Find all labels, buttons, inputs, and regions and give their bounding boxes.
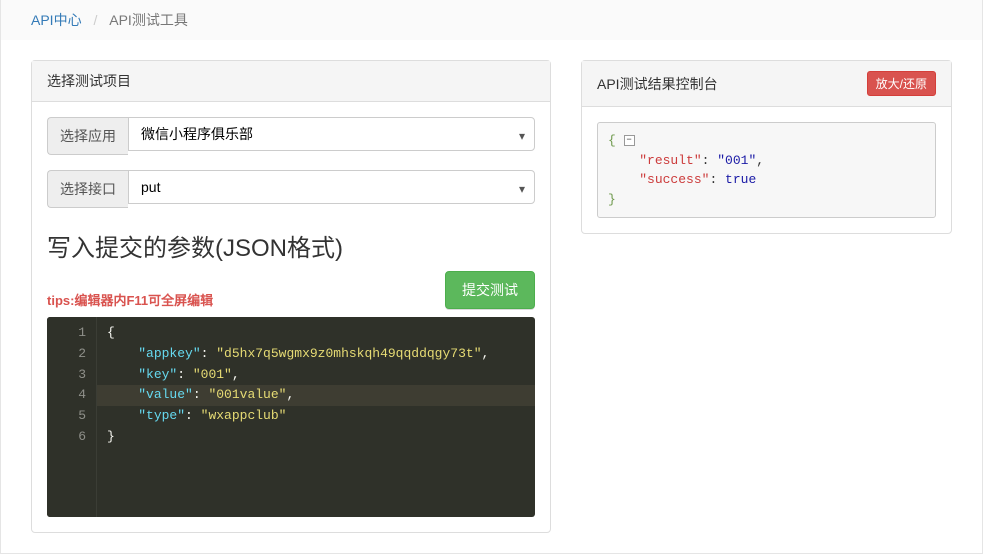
code-line[interactable]: { (107, 323, 525, 344)
result-line: } (608, 190, 925, 210)
gutter-line: 1 (47, 323, 96, 344)
result-console-title: API测试结果控制台 (597, 74, 718, 94)
code-line[interactable]: "key": "001", (107, 365, 525, 386)
app-select-label: 选择应用 (47, 117, 128, 155)
breadcrumb-current: API测试工具 (109, 12, 188, 28)
result-line: { − (608, 131, 925, 151)
code-line[interactable]: "type": "wxappclub" (107, 406, 525, 427)
result-json-box: { − "result": "001", "success": true} (597, 122, 936, 218)
code-line[interactable]: "appkey": "d5hx7q5wgmx9z0mhskqh49qqddqgy… (107, 344, 525, 365)
editor-code-area[interactable]: { "appkey": "d5hx7q5wgmx9z0mhskqh49qqddq… (97, 317, 535, 517)
api-select-group: 选择接口 put (47, 170, 535, 208)
editor-tips: tips:编辑器内F11可全屏编辑 (47, 290, 213, 309)
gutter-line: 3 (47, 365, 96, 386)
json-editor[interactable]: 123456 { "appkey": "d5hx7q5wgmx9z0mhskqh… (47, 317, 535, 517)
gutter-line: 5 (47, 406, 96, 427)
api-select[interactable]: put (128, 170, 535, 204)
breadcrumb: API中心 / API测试工具 (1, 0, 982, 40)
code-line[interactable]: } (107, 427, 525, 448)
app-select[interactable]: 微信小程序俱乐部 (128, 117, 535, 151)
editor-gutter: 123456 (47, 317, 97, 517)
result-console-heading: API测试结果控制台 放大/还原 (582, 61, 951, 107)
gutter-line: 4 (47, 385, 96, 406)
breadcrumb-root-link[interactable]: API中心 (31, 12, 82, 28)
api-select-label: 选择接口 (47, 170, 128, 208)
code-line[interactable]: "value": "001value", (97, 385, 535, 406)
breadcrumb-separator: / (93, 12, 97, 28)
collapse-icon[interactable]: − (624, 135, 635, 146)
test-config-panel-heading: 选择测试项目 (32, 61, 550, 102)
test-config-panel: 选择测试项目 选择应用 微信小程序俱乐部 选择接口 (31, 60, 551, 533)
app-select-group: 选择应用 微信小程序俱乐部 (47, 117, 535, 155)
params-section-title: 写入提交的参数(JSON格式) (47, 228, 535, 263)
tips-prefix: tips: (47, 293, 74, 308)
gutter-line: 6 (47, 427, 96, 448)
tips-text: 编辑器内F11可全屏编辑 (74, 293, 213, 308)
test-config-panel-title: 选择测试项目 (47, 71, 131, 91)
result-line: "success": true (608, 170, 925, 190)
result-line: "result": "001", (608, 151, 925, 171)
toggle-size-button[interactable]: 放大/还原 (867, 71, 936, 96)
submit-test-button[interactable]: 提交测试 (445, 271, 535, 309)
gutter-line: 2 (47, 344, 96, 365)
result-console-panel: API测试结果控制台 放大/还原 { − "result": "001", "s… (581, 60, 952, 234)
